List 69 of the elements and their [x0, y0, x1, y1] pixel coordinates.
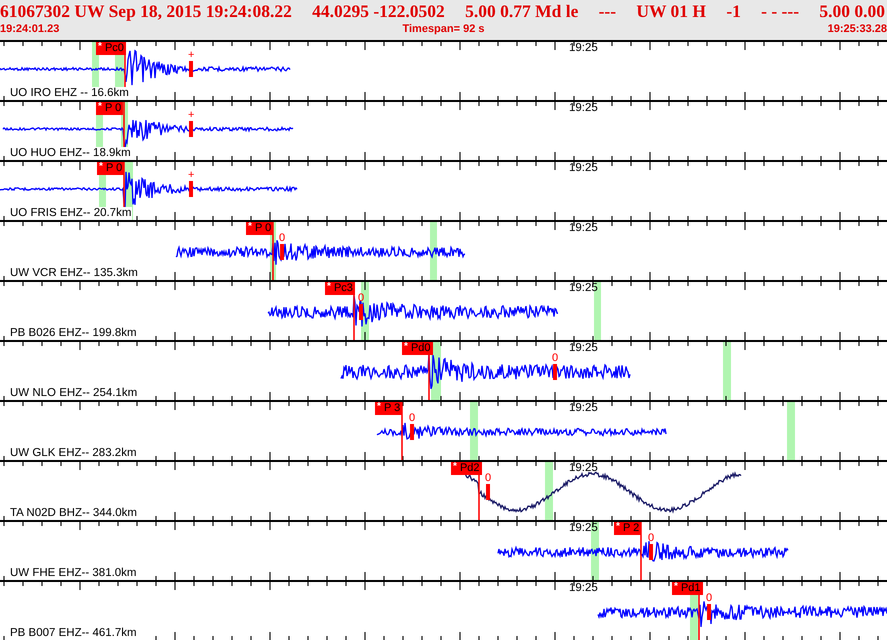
amplitude-marker [707, 604, 711, 620]
channel-label: UO FRIS EHZ-- 20.7km [10, 207, 132, 220]
pick-flag: * P 0 [97, 162, 124, 175]
amplitude-marker [189, 181, 193, 197]
pick-line [640, 522, 642, 580]
channel-label: PB B026 EHZ-- 199.8km [10, 327, 138, 340]
coda-mark: 0 [485, 472, 492, 484]
time-label: 19:25 [569, 582, 598, 595]
channel-label: UO IRO EHZ -- 16.6km [10, 87, 130, 100]
pick-flag: * P 2 [614, 522, 642, 535]
channel-label: UW FHE EHZ-- 381.0km [10, 567, 138, 580]
end-time: 19:25:33.28 [828, 22, 887, 36]
coda-mark: 0 [279, 232, 286, 244]
window-band [545, 462, 553, 520]
pick-line [272, 222, 274, 280]
window-band [470, 402, 478, 460]
amplitude-marker [280, 244, 284, 260]
pick-flag: * P 3 [375, 402, 402, 415]
time-label: 19:25 [569, 222, 598, 235]
channel-label: UW NLO EHZ-- 254.1km [10, 387, 138, 400]
pick-flag: * P 0 [96, 102, 124, 115]
event-field: -1 [726, 0, 741, 22]
amplitude-marker [649, 544, 653, 560]
timespan-label: Timespan= 92 s [402, 22, 485, 36]
start-time: 19:24:01.23 [0, 22, 60, 36]
channel-label: UO HUO EHZ-- 18.9km [10, 147, 132, 160]
event-field: UW 01 H [636, 0, 706, 22]
time-label: 19:25 [569, 102, 598, 115]
coda-mark: 0 [706, 592, 712, 604]
amplitude-marker [359, 304, 363, 320]
pick-flag: * Pc0 [96, 42, 126, 55]
amplitude-marker [410, 424, 414, 440]
amplitude-marker [486, 484, 490, 500]
event-field: --- [598, 0, 616, 22]
window-band [787, 402, 795, 460]
pick-line [401, 402, 403, 460]
amplitude-marker [189, 61, 193, 77]
pick-flag: * Pd1 [672, 582, 703, 595]
time-label: 19:25 [569, 522, 598, 535]
event-field: - - --- [761, 0, 800, 22]
time-label: 19:25 [569, 342, 598, 355]
pick-flag: * Pd0 [402, 342, 433, 355]
event-title: 61067302 UW Sep 18, 2015 19:24:08.22 [0, 0, 292, 22]
time-label: 19:25 [569, 402, 598, 415]
event-field: 44.0295 -122.0502 [312, 0, 445, 22]
coda-mark: 0 [358, 292, 364, 304]
coda-mark: 0 [409, 412, 416, 424]
pick-flag: * P 0 [246, 222, 274, 235]
window-band [723, 342, 731, 400]
coda-mark: 0 [552, 352, 558, 364]
time-label: 19:25 [569, 462, 598, 475]
amplitude-marker [553, 364, 557, 380]
coda-mark: + [188, 169, 194, 181]
time-label: 19:25 [569, 162, 598, 175]
channel-label: TA N02D BHZ-- 344.0km [10, 507, 138, 520]
channel-label: PB B007 EHZ-- 461.7km [10, 627, 138, 640]
pick-flag: * Pc3 [325, 282, 355, 295]
event-field: 5.00 0.00 [819, 0, 885, 22]
coda-mark: 0 [648, 532, 654, 544]
pick-flag: * Pd2 [451, 462, 482, 475]
coda-mark: + [188, 49, 194, 61]
time-label: 19:25 [569, 282, 598, 295]
channel-label: UW GLK EHZ-- 283.2km [10, 447, 138, 460]
time-label: 19:25 [569, 42, 598, 55]
amplitude-marker [189, 121, 193, 137]
event-field: 5.00 0.77 Md le [465, 0, 578, 22]
coda-mark: + [188, 109, 194, 121]
channel-label: UW VCR EHZ-- 135.3km [10, 267, 139, 280]
window-band [430, 222, 437, 280]
